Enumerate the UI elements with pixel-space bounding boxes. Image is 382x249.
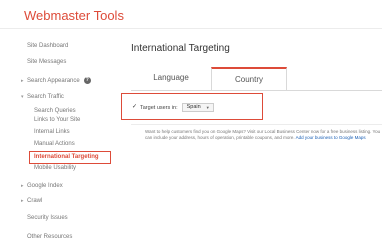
sidebar-item-label: Mobile Usability <box>34 165 77 171</box>
sidebar-item-label: Security Issues <box>27 215 68 221</box>
target-users-checkbox[interactable]: ✓ <box>131 104 138 111</box>
sidebar-item-label: Site Messages <box>27 59 67 65</box>
active-item-highlight <box>29 151 111 164</box>
tab-language[interactable]: Language <box>131 67 211 91</box>
target-users-row: ✓ Target users in: Spain ▼ <box>131 103 214 112</box>
sidebar-item-label: Site Dashboard <box>27 43 69 49</box>
page-title: International Targeting <box>131 43 230 54</box>
content-divider <box>131 124 382 125</box>
sidebar-item-manual-actions[interactable]: Manual Actions <box>34 140 75 148</box>
sidebar-item-google-index[interactable]: ▸ Google Index <box>21 182 63 190</box>
sidebar-item-label: Links to Your Site <box>34 117 81 123</box>
sidebar-item-label: Google Index <box>27 183 63 189</box>
tab-divider <box>131 90 382 91</box>
sidebar-item-search-traffic[interactable]: ▾ Search Traffic <box>21 93 64 101</box>
sidebar-item-label: Search Traffic <box>27 94 64 100</box>
sidebar-item-mobile-usability[interactable]: Mobile Usability <box>34 164 76 172</box>
sidebar-item-links-to-your-site[interactable]: Links to Your Site <box>34 116 80 124</box>
country-select-value: Spain <box>186 104 201 110</box>
local-business-notice: Want to help customers find you on Googl… <box>145 129 382 153</box>
sidebar-item-label: Search Queries <box>34 108 76 114</box>
sidebar-item-label: Internal Links <box>34 129 70 135</box>
chevron-down-icon: ▼ <box>205 105 210 110</box>
sidebar-item-label: Search Appearance <box>27 78 80 85</box>
sidebar-item-label: Manual Actions <box>34 141 75 147</box>
sidebar-item-security-issues[interactable]: Security Issues <box>27 214 68 222</box>
target-users-label: Target users in: <box>140 104 178 111</box>
app-title: Webmaster Tools <box>24 8 124 23</box>
sidebar-item-search-appearance[interactable]: ▸ Search Appearance? <box>21 77 91 85</box>
sidebar-item-label: Other Resources <box>27 234 73 240</box>
help-icon[interactable]: ? <box>83 77 91 84</box>
sidebar: Site Dashboard Site Messages ▸ Search App… <box>0 29 114 249</box>
country-select[interactable]: Spain ▼ <box>181 103 214 112</box>
sidebar-item-label: Crawl <box>27 198 43 204</box>
sidebar-item-internal-links[interactable]: Internal Links <box>34 128 70 136</box>
sidebar-item-site-dashboard[interactable]: Site Dashboard <box>27 42 68 50</box>
add-business-link[interactable]: Add your business to Google Maps <box>296 135 366 140</box>
sidebar-item-crawl[interactable]: ▸ Crawl <box>21 197 42 205</box>
sidebar-item-other-resources[interactable]: Other Resources <box>27 233 72 241</box>
sidebar-item-site-messages[interactable]: Site Messages <box>27 58 66 66</box>
tab-country[interactable]: Country <box>211 67 287 91</box>
sidebar-item-search-queries[interactable]: Search Queries <box>34 107 76 115</box>
